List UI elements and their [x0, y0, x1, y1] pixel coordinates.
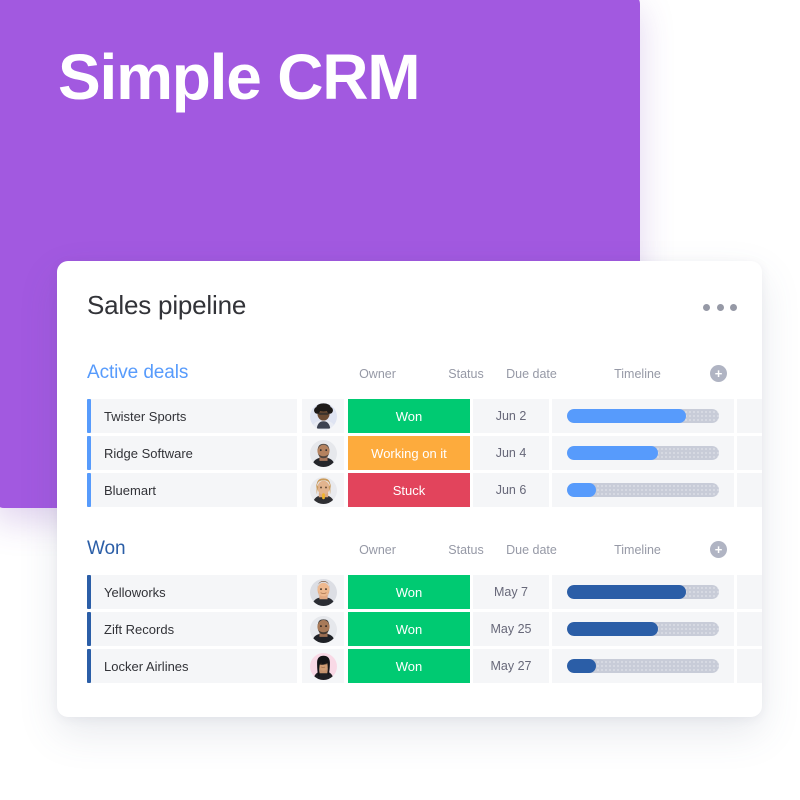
table-row[interactable]: Locker Airlines Won May 27: [57, 649, 762, 683]
kebab-dot: [716, 303, 724, 311]
row-name-cell[interactable]: Zift Records: [87, 612, 297, 646]
app-canvas: Simple CRM Sales pipeline Active deals O…: [0, 0, 800, 800]
more-horizontal-icon[interactable]: [703, 300, 737, 314]
kebab-dot: [730, 303, 737, 311]
row-name: Twister Sports: [104, 408, 187, 424]
row-timeline-cell[interactable]: [552, 473, 734, 507]
row-extra-cell[interactable]: [737, 575, 762, 609]
row-due-date-cell[interactable]: Jun 6: [473, 473, 549, 507]
row-name-cell[interactable]: Ridge Software: [87, 436, 297, 470]
timeline-fill: [567, 659, 596, 673]
group-won: Won Owner Status Due date Timeline + Yel…: [57, 538, 762, 686]
row-accent-bar: [87, 399, 91, 433]
row-status-cell[interactable]: Won: [348, 649, 470, 683]
row-timeline-cell[interactable]: [552, 575, 734, 609]
timeline-fill: [567, 409, 686, 423]
avatar[interactable]: [309, 578, 337, 606]
row-due-date-cell[interactable]: May 27: [473, 649, 549, 683]
timeline-fill: [567, 446, 659, 460]
row-name-cell[interactable]: Bluemart: [87, 473, 297, 507]
timeline-track: [567, 409, 719, 423]
group-title[interactable]: Won: [87, 538, 126, 560]
row-accent-bar: [87, 649, 91, 683]
row-accent-bar: [87, 473, 91, 507]
row-extra-cell[interactable]: [737, 649, 762, 683]
add-column-button[interactable]: +: [710, 365, 727, 382]
timeline-fill: [567, 622, 659, 636]
row-extra-cell[interactable]: [737, 399, 762, 433]
row-accent-bar: [87, 436, 91, 470]
row-name: Bluemart: [104, 482, 157, 498]
row-extra-cell[interactable]: [737, 612, 762, 646]
group-header: Active deals Owner Status Due date Timel…: [57, 362, 762, 388]
row-owner-cell[interactable]: [302, 399, 344, 433]
row-due-date-cell[interactable]: Jun 2: [473, 399, 549, 433]
table-row[interactable]: Yelloworks Won May 7: [57, 575, 762, 609]
add-column-button[interactable]: +: [710, 541, 727, 558]
row-due-date-cell[interactable]: Jun 4: [473, 436, 549, 470]
row-name: Locker Airlines: [104, 658, 189, 674]
row-name: Ridge Software: [104, 445, 193, 461]
timeline-fill: [567, 585, 686, 599]
group-active-deals: Active deals Owner Status Due date Timel…: [57, 362, 762, 510]
avatar[interactable]: [309, 402, 337, 430]
table-row[interactable]: Twister Sports Won Jun 2: [57, 399, 762, 433]
timeline-track: [567, 659, 719, 673]
row-extra-cell[interactable]: [737, 436, 762, 470]
row-owner-cell[interactable]: [302, 473, 344, 507]
row-extra-cell[interactable]: [737, 473, 762, 507]
group-title[interactable]: Active deals: [87, 362, 188, 384]
row-accent-bar: [87, 612, 91, 646]
group-rows: Yelloworks Won May 7 Zift Records Won Ma…: [57, 575, 762, 683]
row-name-cell[interactable]: Yelloworks: [87, 575, 297, 609]
row-owner-cell[interactable]: [302, 575, 344, 609]
board-header: Sales pipeline: [57, 261, 762, 347]
avatar[interactable]: [309, 439, 337, 467]
timeline-track: [567, 446, 719, 460]
row-accent-bar: [87, 575, 91, 609]
timeline-fill: [567, 483, 596, 497]
table-row[interactable]: Bluemart Stuck Jun 6: [57, 473, 762, 507]
timeline-track: [567, 585, 719, 599]
row-status-cell[interactable]: Won: [348, 612, 470, 646]
table-row[interactable]: Zift Records Won May 25: [57, 612, 762, 646]
row-due-date-cell[interactable]: May 25: [473, 612, 549, 646]
row-status-cell[interactable]: Won: [348, 575, 470, 609]
row-name-cell[interactable]: Twister Sports: [87, 399, 297, 433]
row-timeline-cell[interactable]: [552, 436, 734, 470]
table-row[interactable]: Ridge Software Working on it Jun 4: [57, 436, 762, 470]
row-due-date-cell[interactable]: May 7: [473, 575, 549, 609]
column-header-timeline[interactable]: Timeline: [560, 367, 715, 381]
row-owner-cell[interactable]: [302, 436, 344, 470]
row-timeline-cell[interactable]: [552, 399, 734, 433]
kebab-dot: [703, 303, 710, 311]
row-status-cell[interactable]: Working on it: [348, 436, 470, 470]
avatar[interactable]: [309, 476, 337, 504]
timeline-track: [567, 622, 719, 636]
row-timeline-cell[interactable]: [552, 649, 734, 683]
row-owner-cell[interactable]: [302, 612, 344, 646]
group-rows: Twister Sports Won Jun 2 Ridge Software …: [57, 399, 762, 507]
row-status-cell[interactable]: Stuck: [348, 473, 470, 507]
column-header-timeline[interactable]: Timeline: [560, 543, 715, 557]
row-name: Zift Records: [104, 621, 175, 637]
avatar[interactable]: [309, 652, 337, 680]
timeline-track: [567, 483, 719, 497]
row-status-cell[interactable]: Won: [348, 399, 470, 433]
row-name: Yelloworks: [104, 584, 166, 600]
row-name-cell[interactable]: Locker Airlines: [87, 649, 297, 683]
board-card: Sales pipeline Active deals Owner Status…: [57, 261, 762, 717]
hero-title: Simple CRM: [58, 41, 421, 113]
avatar[interactable]: [309, 615, 337, 643]
board-title: Sales pipeline: [87, 290, 247, 320]
row-owner-cell[interactable]: [302, 649, 344, 683]
group-header: Won Owner Status Due date Timeline +: [57, 538, 762, 564]
row-timeline-cell[interactable]: [552, 612, 734, 646]
